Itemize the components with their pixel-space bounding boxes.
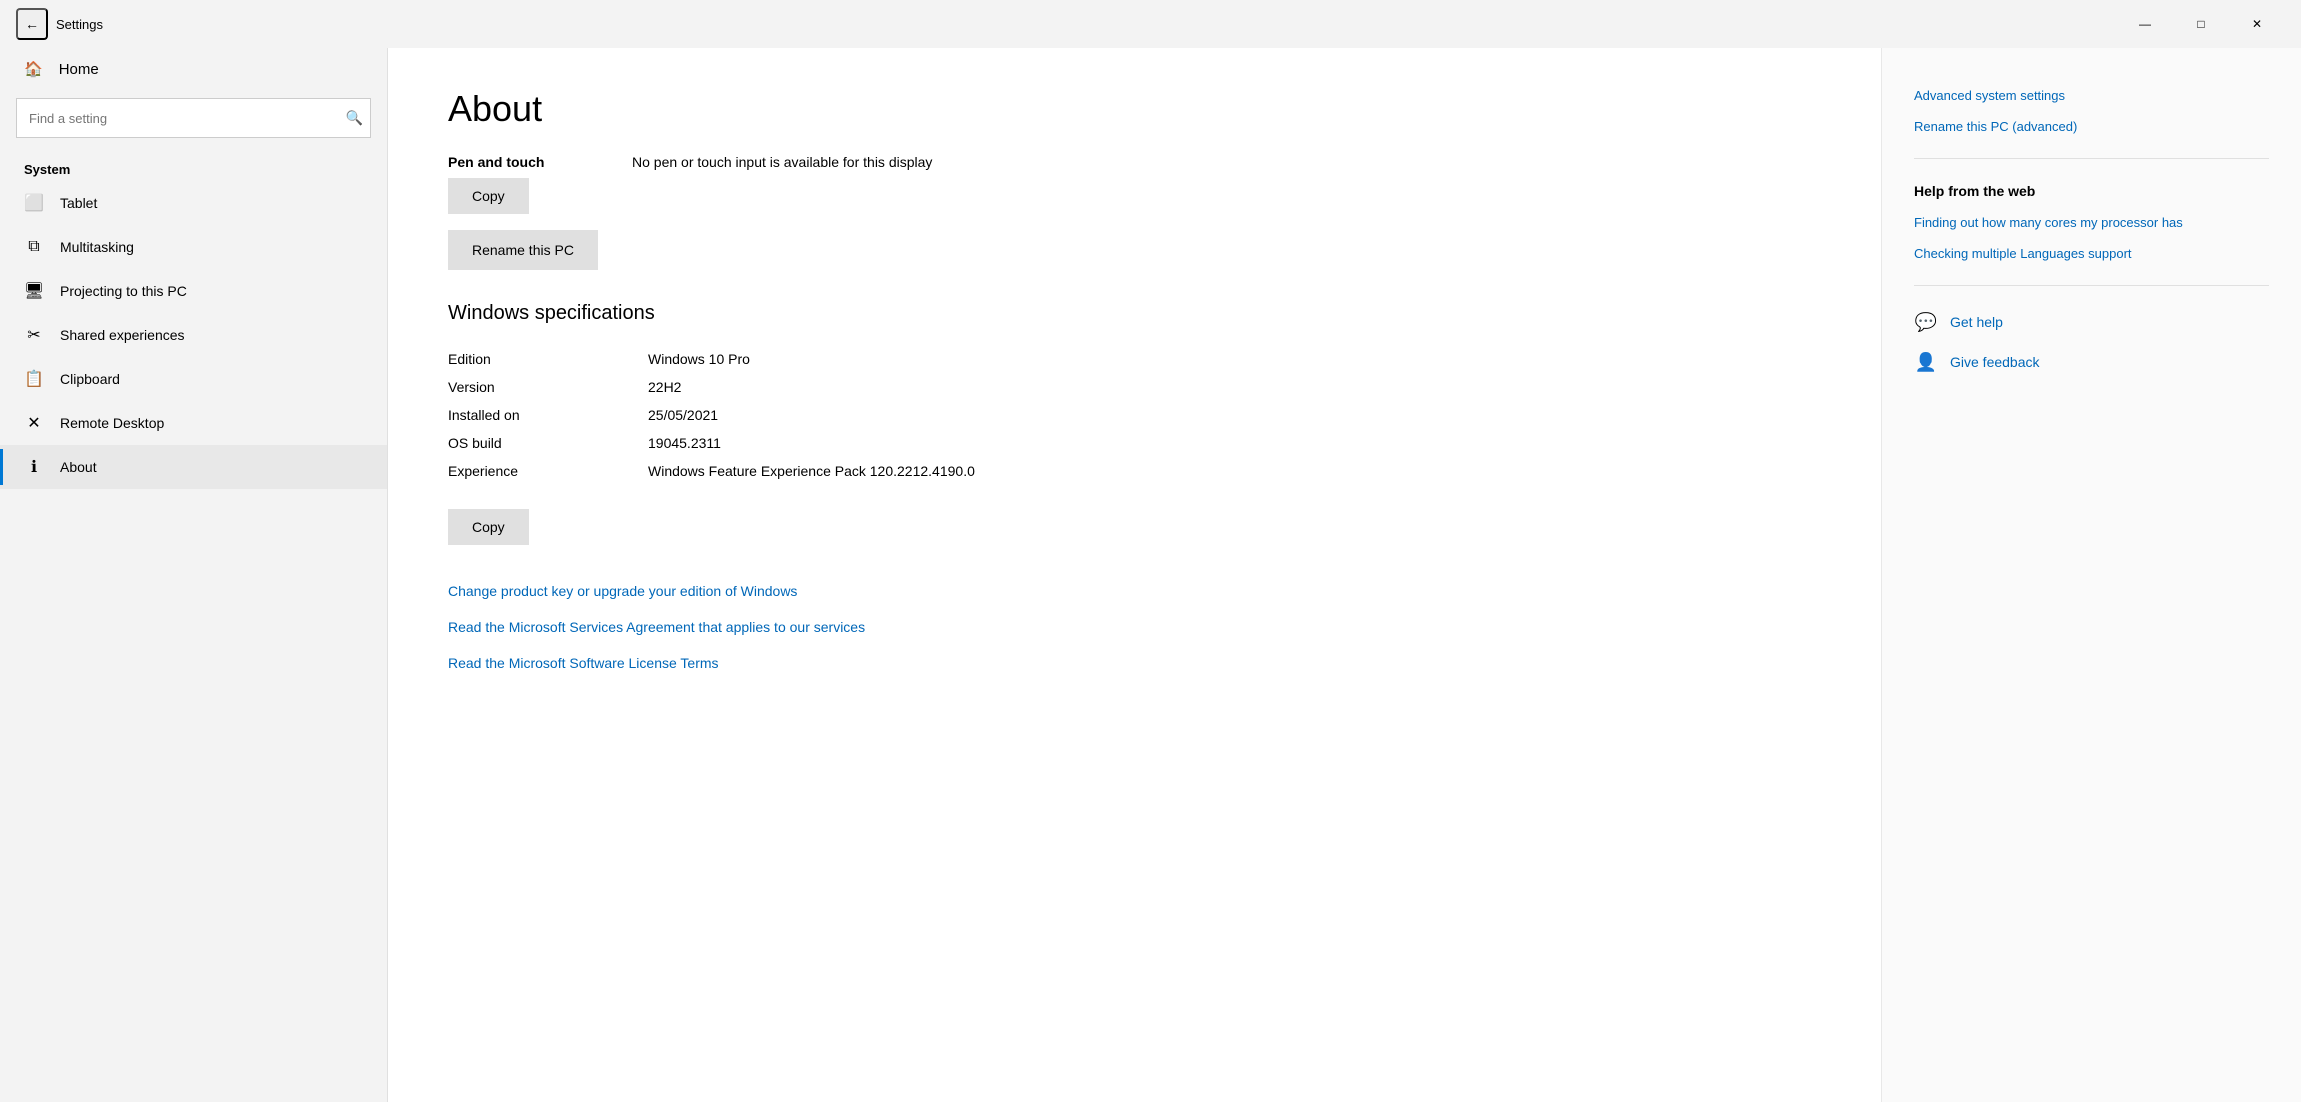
sidebar-item-clipboard[interactable]: 📋 Clipboard [0, 357, 387, 401]
rename-pc-button[interactable]: Rename this PC [448, 230, 598, 270]
spec-row-version: Version 22H2 [448, 373, 1821, 401]
maximize-button[interactable]: □ [2173, 4, 2229, 44]
search-container: 🔍 [16, 98, 371, 138]
search-icon[interactable]: 🔍 [346, 110, 363, 127]
home-label: Home [59, 61, 99, 78]
spec-value-experience: Windows Feature Experience Pack 120.2212… [648, 463, 975, 479]
sidebar: 🏠 Home 🔍 System ⬜ Tablet ⧉ Multitasking … [0, 48, 388, 1102]
give-feedback-label[interactable]: Give feedback [1950, 354, 2040, 370]
tablet-icon: ⬜ [24, 193, 44, 213]
spec-label-edition: Edition [448, 351, 648, 367]
multitasking-icon: ⧉ [24, 237, 44, 257]
copy-button-2[interactable]: Copy [448, 509, 529, 545]
app-title: Settings [56, 17, 103, 32]
sidebar-item-label: Multitasking [60, 239, 134, 255]
sidebar-item-label: Remote Desktop [60, 415, 164, 431]
sidebar-item-label: Projecting to this PC [60, 283, 187, 299]
microsoft-services-link[interactable]: Read the Microsoft Services Agreement th… [448, 615, 865, 639]
right-divider-1 [1914, 158, 2269, 159]
sidebar-section-label: System [0, 154, 387, 181]
shared-experiences-icon: ✂ [24, 325, 44, 345]
window-controls: — □ ✕ [2117, 4, 2285, 44]
give-feedback-action[interactable]: 👤 Give feedback [1914, 350, 2269, 374]
cores-help-link[interactable]: Finding out how many cores my processor … [1914, 215, 2269, 230]
copy-button-1[interactable]: Copy [448, 178, 529, 214]
sidebar-item-label: Clipboard [60, 371, 120, 387]
minimize-button[interactable]: — [2117, 4, 2173, 44]
right-panel: Advanced system settings Rename this PC … [1881, 48, 2301, 1102]
spec-value-installed: 25/05/2021 [648, 407, 718, 423]
advanced-system-link[interactable]: Advanced system settings [1914, 88, 2269, 103]
rename-advanced-link[interactable]: Rename this PC (advanced) [1914, 119, 2269, 134]
clipboard-icon: 📋 [24, 369, 44, 389]
close-button[interactable]: ✕ [2229, 4, 2285, 44]
spec-value-osbuild: 19045.2311 [648, 435, 721, 451]
get-help-action[interactable]: 💬 Get help [1914, 310, 2269, 334]
languages-help-link[interactable]: Checking multiple Languages support [1914, 246, 2269, 261]
spec-value-edition: Windows 10 Pro [648, 351, 750, 367]
sidebar-item-remote-desktop[interactable]: ✕ Remote Desktop [0, 401, 387, 445]
pen-touch-row: Pen and touch No pen or touch input is a… [448, 154, 1821, 170]
back-button[interactable]: ← [16, 8, 48, 40]
windows-spec-title: Windows specifications [448, 302, 1821, 325]
spec-row-experience: Experience Windows Feature Experience Pa… [448, 457, 1821, 485]
spec-row-installed: Installed on 25/05/2021 [448, 401, 1821, 429]
spec-label-experience: Experience [448, 463, 648, 479]
sidebar-item-multitasking[interactable]: ⧉ Multitasking [0, 225, 387, 269]
software-license-link[interactable]: Read the Microsoft Software License Term… [448, 651, 719, 675]
spec-label-osbuild: OS build [448, 435, 648, 451]
spec-row-edition: Edition Windows 10 Pro [448, 345, 1821, 373]
page-title: About [448, 88, 1821, 130]
change-product-key-link[interactable]: Change product key or upgrade your editi… [448, 579, 797, 603]
spec-label-version: Version [448, 379, 648, 395]
pen-touch-label: Pen and touch [448, 154, 608, 170]
give-feedback-icon: 👤 [1914, 350, 1938, 374]
app-body: 🏠 Home 🔍 System ⬜ Tablet ⧉ Multitasking … [0, 48, 2301, 1102]
search-input[interactable] [16, 98, 371, 138]
sidebar-item-projecting[interactable]: 🖥 Projecting to this PC [0, 269, 387, 313]
home-icon: 🏠 [24, 60, 43, 78]
about-icon: ℹ [24, 457, 44, 477]
sidebar-item-label: About [60, 459, 97, 475]
sidebar-item-shared-experiences[interactable]: ✂ Shared experiences [0, 313, 387, 357]
sidebar-item-about[interactable]: ℹ About [0, 445, 387, 489]
get-help-icon: 💬 [1914, 310, 1938, 334]
right-divider-2 [1914, 285, 2269, 286]
pen-touch-value: No pen or touch input is available for t… [632, 154, 932, 170]
spec-value-version: 22H2 [648, 379, 681, 395]
spec-row-osbuild: OS build 19045.2311 [448, 429, 1821, 457]
main-content: About Pen and touch No pen or touch inpu… [388, 48, 1881, 1102]
get-help-label[interactable]: Get help [1950, 314, 2003, 330]
projecting-icon: 🖥 [24, 281, 44, 301]
sidebar-item-label: Tablet [60, 195, 97, 211]
remote-desktop-icon: ✕ [24, 413, 44, 433]
sidebar-item-label: Shared experiences [60, 327, 185, 343]
title-bar: ← Settings — □ ✕ [0, 0, 2301, 48]
sidebar-item-home[interactable]: 🏠 Home [0, 48, 387, 90]
spec-label-installed: Installed on [448, 407, 648, 423]
help-section-title: Help from the web [1914, 183, 2269, 199]
spec-table: Edition Windows 10 Pro Version 22H2 Inst… [448, 345, 1821, 485]
sidebar-item-tablet[interactable]: ⬜ Tablet [0, 181, 387, 225]
